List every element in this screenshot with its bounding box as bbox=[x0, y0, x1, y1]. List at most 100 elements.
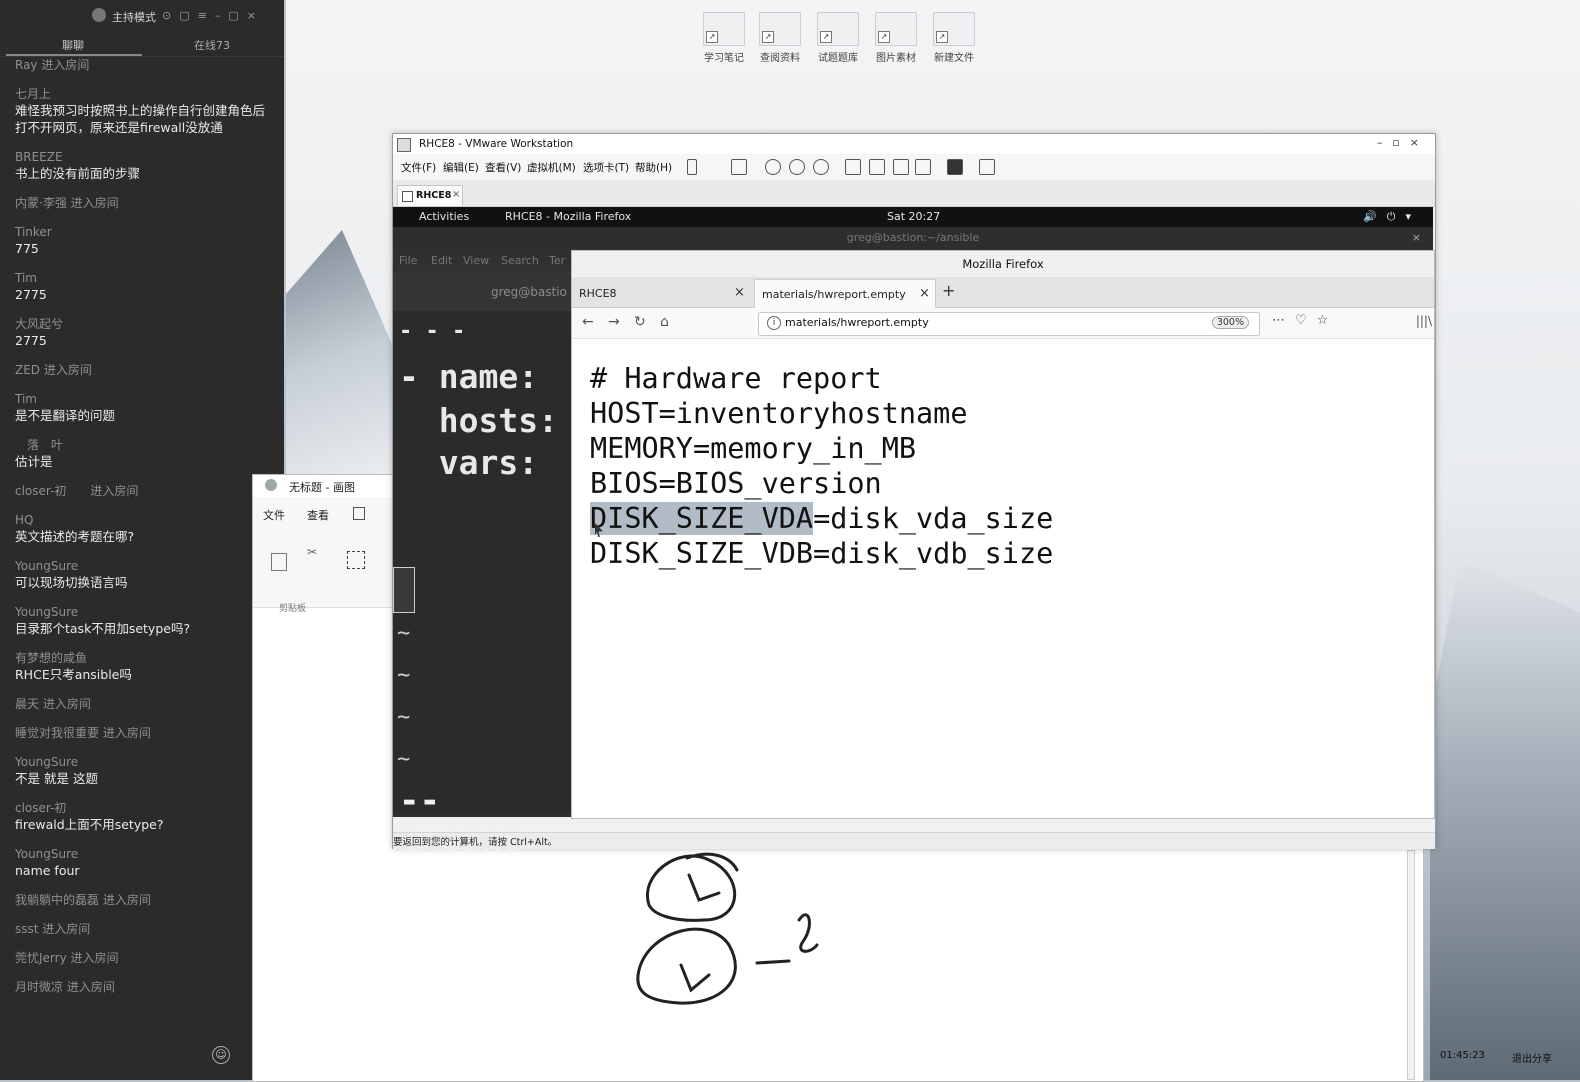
tab-vm-label: RHCE8 bbox=[416, 190, 452, 201]
message-author: Tinker bbox=[15, 225, 52, 239]
vmware-menubar: 文件(F) 编辑(E) 查看(V) 虚拟机(M) 选项卡(T) 帮助(H) bbox=[393, 154, 1435, 181]
firefox-tab-hwreport[interactable]: materials/hwreport.empty × bbox=[754, 279, 936, 308]
zoom-badge[interactable]: 300% bbox=[1211, 316, 1249, 329]
thumbnail-view-icon[interactable] bbox=[869, 159, 885, 175]
hwreport-text: # Hardware report HOST=inventoryhostname… bbox=[590, 361, 1053, 571]
desktop-icon-2[interactable]: ↗ 试题题库 bbox=[812, 12, 864, 64]
terminal-menu-terminal[interactable]: Ter bbox=[549, 254, 565, 267]
terminal-menu-view[interactable]: View bbox=[463, 254, 489, 267]
menu-file[interactable]: 文件(F) bbox=[401, 160, 436, 175]
library-icon[interactable]: |||\ bbox=[1416, 314, 1432, 328]
message-author: Tim bbox=[15, 271, 37, 285]
url-bar[interactable]: i materials/hwreport.empty 300% bbox=[758, 312, 1260, 336]
message-text: 估计是 bbox=[15, 454, 53, 469]
paint-menu-file[interactable]: 文件 bbox=[263, 507, 285, 523]
close-icon[interactable]: × bbox=[919, 286, 930, 301]
revert-snapshot-icon[interactable] bbox=[789, 159, 805, 175]
page-actions[interactable]: ⋯♡☆ bbox=[1272, 313, 1338, 328]
vmware-tabbar: RHCE8 × bbox=[393, 180, 1435, 207]
desktop-icon-4[interactable]: ↗ 新建文件 bbox=[928, 12, 980, 64]
join-notice: ssst 进入房间 bbox=[15, 922, 91, 936]
close-icon[interactable]: × bbox=[734, 285, 745, 300]
terminal-body[interactable]: - - - - name: hosts: vars: ~ ~ ~ ~ -- IN… bbox=[393, 311, 571, 861]
home-icon[interactable]: ⌂ bbox=[660, 314, 669, 330]
terminal-menubar: File Edit View Search Ter bbox=[393, 249, 593, 271]
join-notice: ZED 进入房间 bbox=[15, 363, 92, 377]
library-view-icon[interactable] bbox=[845, 159, 861, 175]
forward-icon[interactable]: → bbox=[608, 314, 620, 330]
terminal-tab-title[interactable]: greg@bastio bbox=[491, 285, 567, 299]
folder-icon: ↗ bbox=[703, 12, 745, 46]
chat-message: 七月上 难怪我预习时按照书上的操作自行创建角色后打不开网页，原来还是firewal… bbox=[0, 87, 284, 136]
snapshot-manager-icon[interactable] bbox=[813, 159, 829, 175]
message-author: YoungSure bbox=[15, 847, 79, 861]
join-notice: closer-初 进入房间 bbox=[15, 484, 139, 498]
join-notice: 内蒙·李强 进入房间 bbox=[15, 196, 119, 210]
menu-view[interactable]: 查看(V) bbox=[485, 160, 521, 175]
terminal-menu-search[interactable]: Search bbox=[501, 254, 539, 267]
firefox-tab-rhce8[interactable]: RHCE8 × bbox=[572, 279, 752, 307]
gnome-topbar: Activities RHCE8 - Mozilla Firefox Sat 2… bbox=[393, 207, 1433, 227]
message-text: name four bbox=[15, 863, 80, 878]
terminal-tabbar: greg@bastio bbox=[393, 271, 571, 311]
activities-button[interactable]: Activities bbox=[419, 210, 469, 223]
firefox-tabbar: RHCE8 × materials/hwreport.empty × + bbox=[572, 277, 1434, 308]
new-tab-icon[interactable]: + bbox=[942, 281, 955, 300]
tab-vm[interactable]: RHCE8 × bbox=[397, 185, 463, 206]
emoji-icon[interactable]: ☺ bbox=[212, 1046, 230, 1064]
desktop-icon-0[interactable]: ↗ 学习笔记 bbox=[698, 12, 750, 64]
info-icon[interactable]: i bbox=[767, 316, 781, 330]
terminal-line: vars: bbox=[399, 443, 539, 482]
chat-message: YoungSure 可以现场切换语言吗 bbox=[0, 559, 284, 591]
guest-screen[interactable]: Activities RHCE8 - Mozilla Firefox Sat 2… bbox=[393, 207, 1435, 861]
back-icon[interactable]: ← bbox=[582, 314, 594, 330]
page-content[interactable]: # Hardware report HOST=inventoryhostname… bbox=[572, 339, 1434, 817]
menu-help[interactable]: 帮助(H) bbox=[635, 160, 672, 175]
handwritten-sketch bbox=[636, 852, 819, 1005]
content-line-rest: =disk_vda_size bbox=[813, 502, 1054, 535]
folder-icon: ↗ bbox=[759, 12, 801, 46]
snapshot-icon[interactable] bbox=[765, 159, 781, 175]
menu-edit[interactable]: 编辑(E) bbox=[443, 160, 479, 175]
window-controls[interactable]: –▫× bbox=[1377, 136, 1429, 149]
vmware-statusbar: 要返回到您的计算机，请按 Ctrl+Alt。 bbox=[393, 832, 1435, 849]
pause-icon[interactable] bbox=[687, 159, 697, 175]
window-controls[interactable]: ⊙▢≡–▢× bbox=[162, 9, 264, 22]
message-author: Tim bbox=[15, 392, 37, 406]
desktop-icon-1[interactable]: ↗ 查阅资料 bbox=[754, 12, 806, 64]
content-line: # Hardware report bbox=[590, 362, 882, 395]
terminal-menu-edit[interactable]: Edit bbox=[431, 254, 452, 267]
exit-share-button[interactable]: 退出分享 bbox=[1512, 1050, 1552, 1065]
chat-tabs: 聊聊 在线73 bbox=[0, 34, 284, 57]
desktop-icon-3[interactable]: ↗ 图片素材 bbox=[870, 12, 922, 64]
app-menu[interactable]: RHCE8 - Mozilla Firefox bbox=[505, 210, 631, 223]
message-text: firewald上面不用setype? bbox=[15, 817, 164, 832]
unity-icon[interactable] bbox=[915, 159, 931, 175]
content-line: HOST=inventoryhostname bbox=[590, 397, 968, 430]
system-tray[interactable]: 🔊⏻▾ bbox=[1363, 210, 1421, 224]
stretch-icon[interactable] bbox=[979, 159, 995, 175]
firefox-navbar: ← → ↻ ⌂ i materials/hwreport.empty 300% … bbox=[572, 308, 1434, 339]
tab-online[interactable]: 在线73 bbox=[194, 37, 230, 53]
tab-chat[interactable]: 聊聊 bbox=[62, 37, 84, 53]
menu-vm[interactable]: 虚拟机(M) bbox=[527, 160, 576, 175]
terminal-menu-file[interactable]: File bbox=[399, 254, 417, 267]
close-icon[interactable]: × bbox=[1412, 227, 1421, 249]
reload-icon[interactable]: ↻ bbox=[634, 314, 646, 330]
console-icon[interactable] bbox=[947, 159, 963, 175]
mountain-right bbox=[1430, 560, 1580, 1080]
paint-scrollbar[interactable] bbox=[1407, 850, 1415, 1080]
close-icon[interactable]: × bbox=[452, 189, 460, 200]
folder-icon: ↗ bbox=[933, 12, 975, 46]
topbar-clock[interactable]: Sat 20:27 bbox=[887, 210, 940, 223]
fullscreen-icon[interactable] bbox=[893, 159, 909, 175]
terminal-line: - - - bbox=[399, 319, 466, 344]
menu-tabs[interactable]: 选项卡(T) bbox=[583, 160, 629, 175]
paste-icon[interactable] bbox=[271, 553, 287, 571]
message-author: closer-初 bbox=[15, 801, 67, 815]
join-notice: Ray 进入房间 bbox=[15, 58, 90, 72]
tab-underline bbox=[6, 54, 142, 56]
message-text: 难怪我预习时按照书上的操作自行创建角色后打不开网页，原来还是firewall没放… bbox=[15, 103, 266, 135]
content-line: BIOS=BIOS_version bbox=[590, 467, 882, 500]
send-keys-icon[interactable] bbox=[731, 159, 747, 175]
